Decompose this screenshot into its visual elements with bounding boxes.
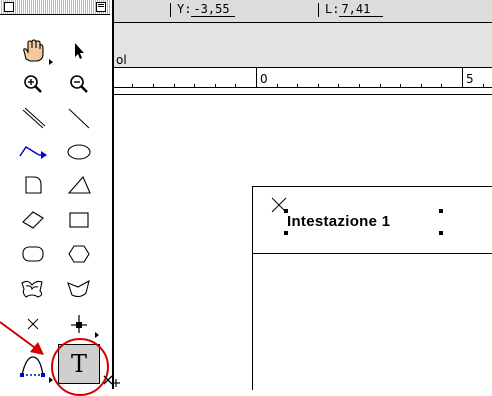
text-cursor-crosshair-icon [103,375,120,387]
ruler-label-5: 5 [466,72,474,86]
hand-tool[interactable] [12,36,54,66]
header-divider-line [253,253,492,254]
field-separator [170,2,171,17]
ruler-baseline [108,87,492,88]
ruler-minor-tick [132,84,133,88]
curve-icon [67,279,90,298]
arrow-tool[interactable] [58,36,100,66]
selection-handle[interactable] [284,209,288,213]
hand-icon [23,39,44,62]
zoom-in-tool[interactable] [12,69,54,99]
rectangle-tool[interactable] [58,205,100,235]
rounded-rectangle-icon [22,246,44,262]
y-value[interactable]: -3,55 [191,2,236,17]
ruler-major-tick [256,68,257,88]
tool-popup-indicator [49,59,53,65]
annotation-arrow-icon [0,321,44,355]
l-value[interactable]: 7,41 [339,2,384,17]
diagonal-line-thin-icon [68,108,90,129]
arrow-pointer-icon [75,43,84,59]
ellipse-icon [67,144,91,160]
ruler-minor-tick [297,84,298,88]
tool-popup-indicator [95,332,99,338]
zoom-out-icon [70,75,88,93]
connector-arrow-icon [19,146,47,159]
rounded-shape-tool[interactable] [12,170,54,200]
ruler-minor-tick [235,84,236,88]
document-page[interactable]: Intestazione 1 [252,186,492,390]
text-tool[interactable]: T [58,344,100,384]
anchor-point-icon [71,315,87,333]
diagonal-line-icon [22,107,46,129]
ruler-minor-tick [380,84,381,88]
anchor-point-tool[interactable] [58,309,100,339]
ruler-minor-tick [441,84,442,88]
palette-title-bar[interactable] [0,0,110,15]
ruler-minor-tick [174,84,175,88]
ruler-minor-tick [153,84,154,88]
text-icon: T [70,350,87,378]
y-label: Y: [177,2,192,16]
ruler-minor-tick [400,84,401,88]
triangle-tool[interactable] [58,170,100,200]
ruler-minor-tick [338,84,339,88]
toolbar-partial-label: ol [116,53,127,67]
palette-close-box[interactable] [4,2,14,12]
connector-tool[interactable] [12,137,54,167]
l-length-field[interactable]: L: 7,41 [318,2,384,17]
zoom-out-tool[interactable] [58,69,100,99]
ruler-minor-tick [277,84,278,88]
field-separator [318,2,319,17]
selection-handle[interactable] [284,231,288,235]
curve-tool[interactable] [58,274,100,304]
ruler-minor-tick [318,84,319,88]
tool-popup-indicator [49,377,53,383]
zoom-in-icon [24,75,42,93]
rotated-rectangle-tool[interactable] [12,205,54,235]
ruler-major-tick [462,68,463,88]
ruler-label-0: 0 [260,72,268,86]
selection-handle[interactable] [439,231,443,235]
selection-handle[interactable] [439,209,443,213]
polygon-tool[interactable] [58,239,100,269]
hexagon-icon [68,245,90,263]
d-shape-icon [25,176,42,194]
y-coordinate-field[interactable]: Y: -3,55 [170,2,236,17]
ruler-minor-tick [421,84,422,88]
ruler-minor-tick [215,84,216,88]
l-label: L: [325,2,340,16]
freeform-icon [21,280,43,298]
page-heading-text[interactable]: Intestazione 1 [287,213,390,230]
rotated-rectangle-icon [22,211,44,229]
palette-zoom-box[interactable] [96,2,106,12]
line-tool[interactable] [12,104,54,134]
ruler-minor-tick [359,84,360,88]
rounded-rectangle-tool[interactable] [12,239,54,269]
triangle-icon [67,175,91,194]
ruler-minor-tick [194,84,195,88]
rectangle-icon [69,212,89,228]
ruler-minor-tick [483,84,484,88]
ellipse-tool[interactable] [58,137,100,167]
line-constrained-tool[interactable] [58,104,100,134]
